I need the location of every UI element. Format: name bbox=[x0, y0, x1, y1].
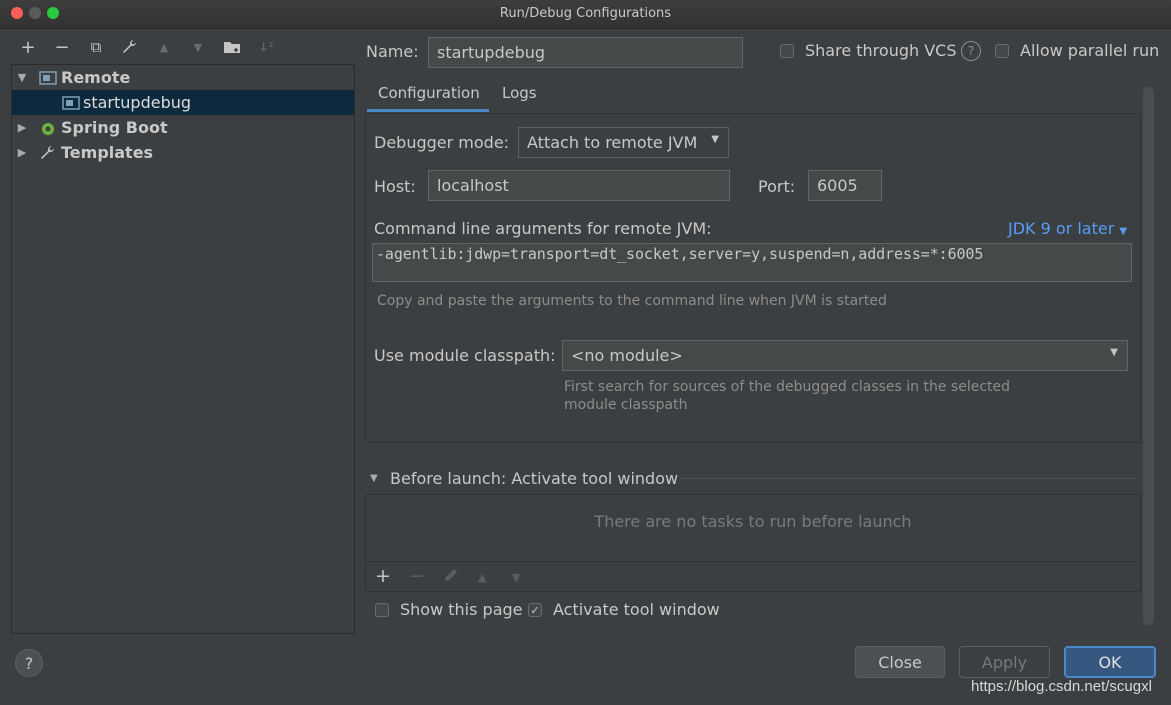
edit-defaults-button[interactable] bbox=[119, 36, 141, 58]
move-task-down-button[interactable]: ▼ bbox=[512, 571, 520, 584]
watermark-text: https://blog.csdn.net/scugxl bbox=[971, 678, 1152, 695]
chevron-down-icon: ▼ bbox=[1110, 347, 1118, 358]
port-field[interactable]: 6005 bbox=[808, 170, 882, 201]
chevron-down-icon: ▼ bbox=[1119, 226, 1128, 237]
module-classpath-label: Use module classpath: bbox=[374, 346, 556, 365]
show-page-label: Show this page bbox=[400, 600, 523, 619]
debugger-mode-select[interactable]: Attach to remote JVM ▼ bbox=[518, 127, 729, 158]
remote-config-icon bbox=[62, 95, 80, 110]
spring-boot-icon bbox=[42, 122, 54, 135]
tree-item-label: startupdebug bbox=[83, 93, 192, 112]
plus-icon: + bbox=[20, 36, 36, 58]
cmd-args-hint: Copy and paste the arguments to the comm… bbox=[377, 293, 887, 309]
configuration-tree[interactable]: ▼ Remote startupdebug ▶ Spring Boot ▶ Te… bbox=[11, 64, 355, 634]
minus-icon: − bbox=[54, 36, 70, 58]
add-task-button[interactable]: + bbox=[375, 565, 391, 587]
wrench-icon bbox=[123, 39, 137, 53]
name-label: Name: bbox=[366, 42, 419, 61]
arrow-down-icon: ▼ bbox=[193, 40, 203, 54]
add-configuration-button[interactable]: + bbox=[17, 36, 39, 58]
help-icon[interactable]: ? bbox=[961, 41, 981, 61]
folder-icon bbox=[224, 42, 240, 53]
remote-icon bbox=[39, 70, 57, 85]
tree-item-label: Spring Boot bbox=[61, 118, 168, 137]
tab-configuration[interactable]: Configuration bbox=[378, 84, 480, 102]
arrow-up-icon: ▲ bbox=[159, 40, 169, 54]
module-hint-line2: module classpath bbox=[564, 397, 688, 413]
collapse-arrow-icon[interactable]: ▶ bbox=[15, 146, 29, 159]
close-button[interactable]: Close bbox=[855, 646, 945, 678]
share-vcs-checkbox[interactable] bbox=[780, 44, 794, 58]
port-label: Port: bbox=[758, 177, 796, 196]
separator bbox=[366, 561, 1140, 562]
chevron-down-icon: ▼ bbox=[711, 134, 719, 145]
move-task-up-button[interactable]: ▲ bbox=[478, 571, 486, 584]
tree-item-remote[interactable]: ▼ Remote bbox=[12, 65, 354, 90]
before-launch-empty-text: There are no tasks to run before launch bbox=[594, 512, 912, 531]
remove-configuration-button[interactable]: − bbox=[51, 36, 73, 58]
debugger-mode-value: Attach to remote JVM bbox=[527, 133, 698, 152]
activate-tool-window-label: Activate tool window bbox=[553, 600, 720, 619]
tree-item-startupdebug[interactable]: startupdebug bbox=[12, 90, 354, 115]
separator bbox=[680, 478, 1136, 479]
edit-task-button[interactable] bbox=[443, 567, 459, 587]
before-launch-collapse-icon[interactable]: ▼ bbox=[370, 473, 378, 484]
help-button[interactable]: ? bbox=[15, 649, 43, 677]
debugger-mode-label: Debugger mode: bbox=[374, 133, 510, 152]
move-down-button[interactable]: ▼ bbox=[187, 36, 209, 58]
checkmark-icon: ✓ bbox=[530, 603, 540, 617]
module-hint-line1: First search for sources of the debugged… bbox=[564, 379, 1011, 395]
ok-button[interactable]: OK bbox=[1064, 646, 1156, 678]
window-title: Run/Debug Configurations bbox=[499, 6, 672, 21]
module-classpath-value: <no module> bbox=[571, 346, 683, 365]
expand-arrow-icon[interactable]: ▼ bbox=[15, 71, 29, 84]
activate-tool-window-checkbox[interactable]: ✓ bbox=[528, 603, 542, 617]
host-field[interactable]: localhost bbox=[428, 170, 730, 201]
apply-button[interactable]: Apply bbox=[959, 646, 1050, 678]
parallel-run-checkbox[interactable] bbox=[995, 44, 1009, 58]
tree-item-label: Remote bbox=[61, 68, 131, 87]
remove-task-button[interactable]: − bbox=[409, 565, 425, 587]
new-folder-button[interactable] bbox=[221, 36, 243, 58]
name-field[interactable]: startupdebug bbox=[428, 37, 743, 68]
cmd-args-label: Command line arguments for remote JVM: bbox=[374, 219, 712, 238]
host-label: Host: bbox=[374, 177, 416, 196]
share-vcs-label: Share through VCS bbox=[805, 41, 957, 60]
parallel-run-label: Allow parallel run bbox=[1020, 41, 1160, 60]
move-up-button[interactable]: ▲ bbox=[153, 36, 175, 58]
before-launch-title: Before launch: Activate tool window bbox=[390, 469, 679, 488]
tree-item-templates[interactable]: ▶ Templates bbox=[12, 140, 354, 165]
copy-configuration-button[interactable]: ⧉ bbox=[85, 36, 107, 58]
question-icon: ? bbox=[24, 653, 34, 673]
jdk-version-link[interactable]: JDK 9 or later ▼ bbox=[1008, 219, 1127, 238]
tree-item-spring-boot[interactable]: ▶ Spring Boot bbox=[12, 115, 354, 140]
sort-icon: ↓² bbox=[258, 40, 274, 54]
cmd-args-field[interactable]: -agentlib:jdwp=transport=dt_socket,serve… bbox=[372, 243, 1132, 282]
tab-logs[interactable]: Logs bbox=[502, 84, 537, 102]
pencil-icon bbox=[445, 569, 457, 581]
active-tab-indicator bbox=[367, 109, 489, 112]
wrench-icon bbox=[41, 145, 55, 159]
collapse-arrow-icon[interactable]: ▶ bbox=[15, 121, 29, 134]
jdk-version-label: JDK 9 or later bbox=[1008, 219, 1115, 238]
tree-item-label: Templates bbox=[61, 143, 154, 162]
copy-icon: ⧉ bbox=[90, 38, 102, 56]
scrollbar[interactable] bbox=[1143, 87, 1154, 625]
sort-button[interactable]: ↓² bbox=[255, 36, 277, 58]
show-page-checkbox[interactable] bbox=[375, 603, 389, 617]
module-classpath-select[interactable]: <no module> ▼ bbox=[562, 340, 1128, 371]
